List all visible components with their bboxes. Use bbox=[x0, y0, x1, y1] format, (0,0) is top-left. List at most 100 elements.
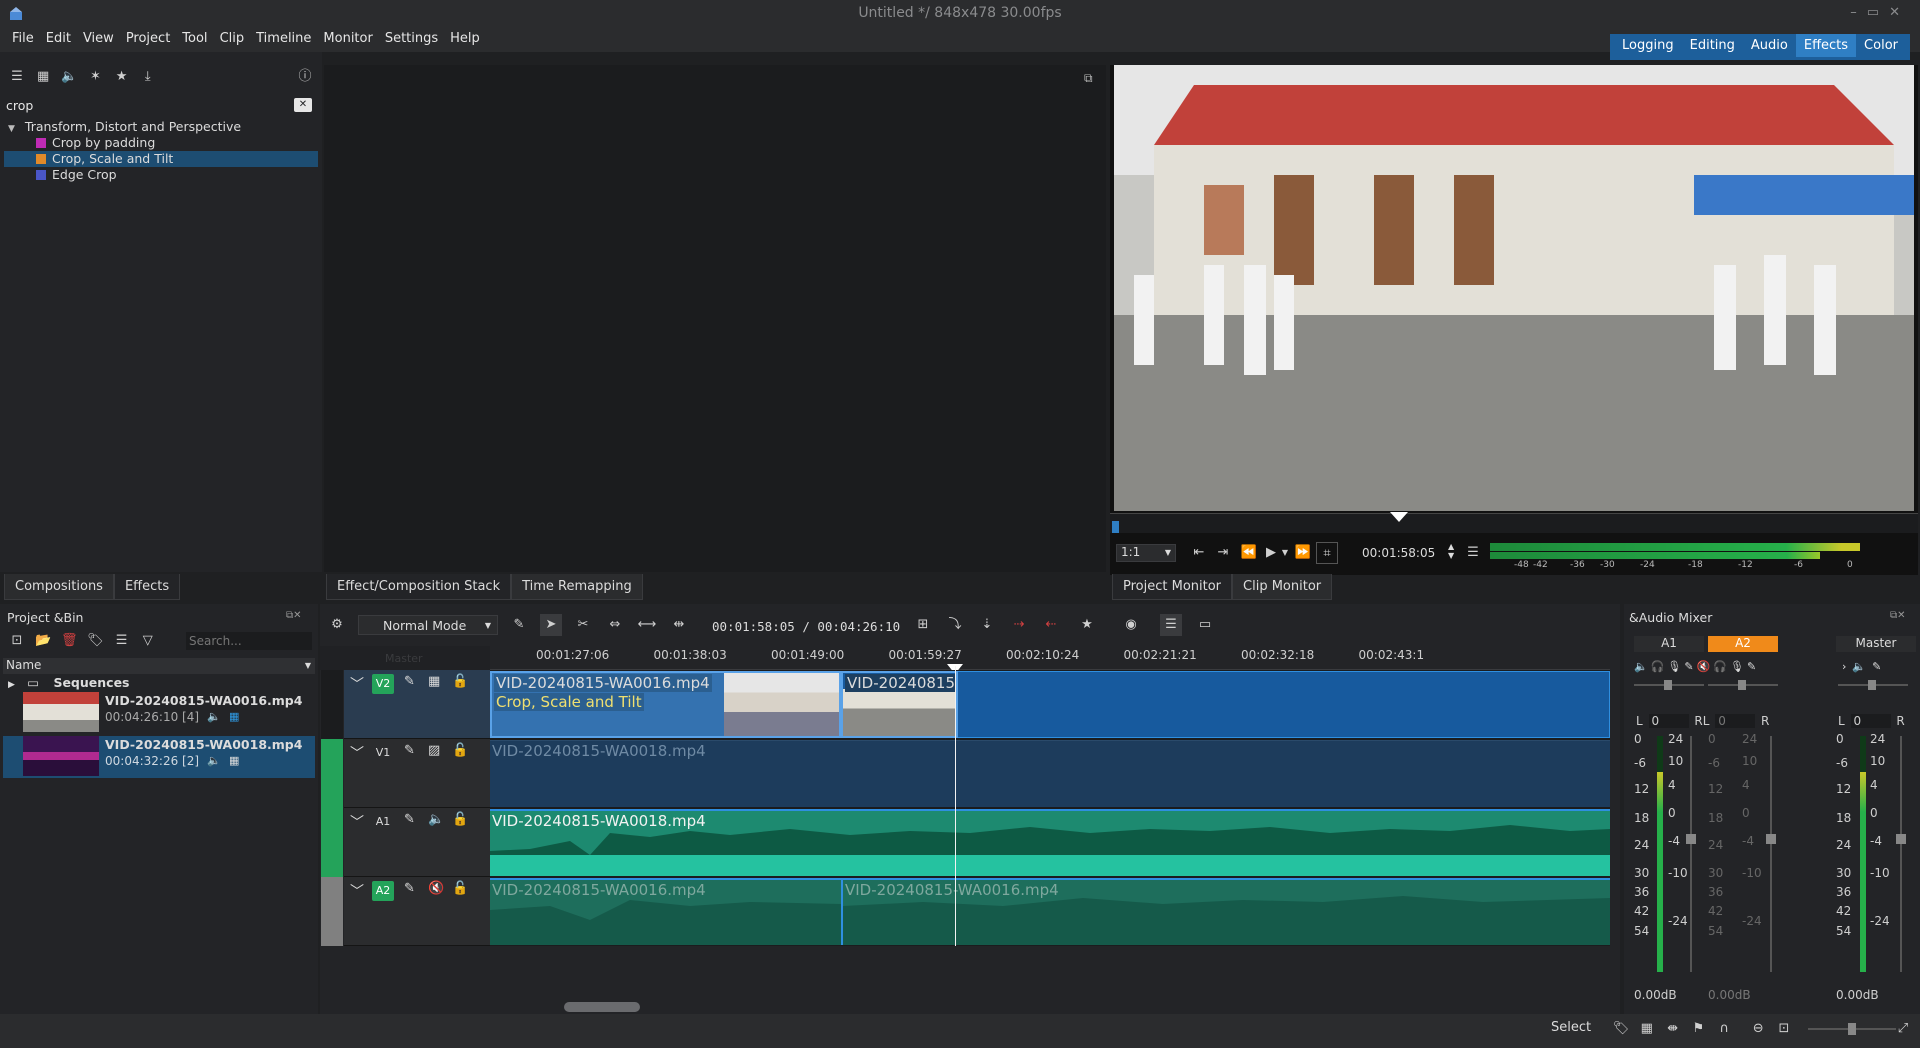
bin-clip-item[interactable]: VID-20240815-WA0018.mp4 00:04:32:26 [2] … bbox=[3, 736, 315, 778]
timeline-clip[interactable]: VID-20240815-WA0018.mp4 bbox=[490, 809, 1610, 876]
lift-icon[interactable]: ⇢ bbox=[1008, 614, 1030, 636]
zone-out-icon[interactable]: ⇥ bbox=[1212, 542, 1234, 564]
volume-fader[interactable] bbox=[1766, 736, 1776, 972]
menu-item-file[interactable]: File bbox=[6, 28, 40, 46]
speaker-icon[interactable]: 🔈 bbox=[428, 812, 444, 827]
menu-item-help[interactable]: Help bbox=[444, 28, 486, 46]
extract-icon[interactable]: ⇠ bbox=[1040, 614, 1062, 636]
overwrite-icon[interactable]: ⇣ bbox=[976, 614, 998, 636]
effects-search-input[interactable] bbox=[4, 96, 294, 114]
edit-icon[interactable]: ✎ bbox=[404, 812, 415, 827]
gain-input[interactable]: 0 bbox=[1715, 714, 1756, 728]
tab-time-remapping[interactable]: Time Remapping bbox=[511, 574, 643, 600]
menu-item-edit[interactable]: Edit bbox=[40, 28, 77, 46]
expand-arrow-icon[interactable]: ▼ bbox=[8, 124, 15, 134]
menu-item-view[interactable]: View bbox=[77, 28, 120, 46]
monitor-menu-icon[interactable]: ☰ bbox=[1462, 542, 1484, 564]
menu-item-tool[interactable]: Tool bbox=[176, 28, 213, 46]
volume-fader[interactable] bbox=[1686, 736, 1696, 972]
speaker-icon[interactable]: 🔈 bbox=[1634, 660, 1651, 673]
zoom-slider[interactable] bbox=[1808, 1023, 1896, 1035]
minimize-icon[interactable]: – bbox=[1850, 5, 1867, 20]
bin-search-input[interactable] bbox=[186, 632, 312, 650]
headphones-icon[interactable]: 🎧 bbox=[1651, 660, 1668, 673]
selection-tool-icon[interactable]: ➤ bbox=[540, 614, 562, 636]
thumbnail-icon[interactable]: ▦ bbox=[1636, 1018, 1658, 1040]
layout-editing[interactable]: Editing bbox=[1682, 34, 1743, 57]
mixer-float-close-icon[interactable]: ⧉✕ bbox=[1890, 610, 1906, 621]
gain-input[interactable]: 0 bbox=[1850, 714, 1891, 728]
monitor-ruler[interactable] bbox=[1110, 512, 1918, 533]
effect-item[interactable]: Crop by padding bbox=[4, 135, 318, 151]
ripple-tool-icon[interactable]: ⟷ bbox=[636, 614, 658, 636]
mic-icon[interactable]: 🎙 bbox=[1730, 660, 1747, 673]
effects-category[interactable]: ▼ Transform, Distort and Perspective bbox=[8, 119, 241, 135]
db-readout[interactable]: 0.00dB bbox=[1836, 988, 1896, 1002]
list-icon[interactable]: ☰ bbox=[6, 66, 28, 88]
track-tag-v2[interactable]: V2 bbox=[372, 674, 394, 694]
gain-input[interactable]: 0 bbox=[1648, 714, 1689, 728]
timeline-ruler[interactable]: 00:01:27:06 00:01:38:03 00:01:49:00 00:01:5… bbox=[490, 646, 1610, 670]
track-settings-icon[interactable]: ⚙ bbox=[326, 614, 348, 636]
balance-slider[interactable] bbox=[1838, 680, 1908, 690]
bin-float-close-icon[interactable]: ⧉✕ bbox=[286, 610, 302, 621]
edit-icon[interactable]: ✎ bbox=[404, 674, 415, 689]
edit-icon[interactable]: ✎ bbox=[1747, 660, 1759, 673]
timeline-clip[interactable]: VID-20240815-WA0016.mp4 bbox=[490, 878, 841, 945]
monitor-timecode[interactable]: 00:01:58:05 bbox=[1362, 546, 1435, 560]
db-readout[interactable]: 0.00dB bbox=[1708, 988, 1768, 1002]
effect-item[interactable]: Edge Crop bbox=[4, 167, 318, 183]
mic-icon[interactable]: 🎙 bbox=[1667, 660, 1684, 673]
maximize-icon[interactable]: ▭ bbox=[1867, 5, 1889, 20]
monitor-zone-start[interactable] bbox=[1112, 521, 1119, 533]
mixer-channel-a2[interactable]: A2 bbox=[1708, 636, 1778, 652]
tab-effect-composition-stack[interactable]: Effect/Composition Stack bbox=[326, 574, 512, 600]
insert-icon[interactable]: ⤵ bbox=[944, 614, 966, 636]
video-track-icon[interactable]: ▨ bbox=[428, 743, 440, 758]
timeline-scrollbar[interactable] bbox=[564, 1002, 640, 1012]
tag-icon[interactable]: 🏷 bbox=[84, 630, 106, 652]
bin-column-header[interactable]: Name ▼ bbox=[3, 658, 315, 674]
monitor-playhead-icon[interactable] bbox=[1390, 512, 1408, 522]
collapse-track-icon[interactable]: ﹀ bbox=[350, 812, 364, 832]
menu-item-clip[interactable]: Clip bbox=[214, 28, 251, 46]
audio-filter-icon[interactable]: 🔈 bbox=[58, 66, 80, 88]
add-folder-icon[interactable]: 📂 bbox=[32, 630, 54, 652]
tag-icon[interactable]: 🏷 bbox=[1610, 1018, 1632, 1040]
fullscreen-icon[interactable]: ⤢ bbox=[1892, 1018, 1914, 1040]
zoom-select[interactable]: 1:1 ▼ bbox=[1116, 544, 1176, 562]
edit-icon[interactable]: ✎ bbox=[1684, 660, 1696, 673]
crop-icon[interactable]: ⌗ bbox=[1316, 542, 1338, 564]
stack-config-icon[interactable]: ⧉ bbox=[1084, 71, 1093, 86]
spacer-tool-icon[interactable]: ⇔ bbox=[604, 614, 626, 636]
bin-menu-icon[interactable]: ☰ bbox=[111, 630, 133, 652]
custom-effects-icon[interactable]: ✶ bbox=[84, 66, 106, 88]
track-header-a1[interactable]: ﹀ A1 ✎ 🔈 🔓 bbox=[344, 808, 490, 877]
record-icon[interactable]: ◉ bbox=[1120, 614, 1142, 636]
magnet-icon[interactable]: ∩ bbox=[1713, 1018, 1735, 1040]
timecode-spinner-icon[interactable]: ▲ ▼ bbox=[1448, 542, 1454, 560]
tab-compositions[interactable]: Compositions bbox=[4, 574, 114, 600]
razor-all-icon[interactable]: ✎ bbox=[508, 614, 530, 636]
fast-forward-icon[interactable]: ⏩ bbox=[1292, 542, 1314, 564]
db-readout[interactable]: 0.00dB bbox=[1634, 988, 1694, 1002]
rewind-icon[interactable]: ⏪ bbox=[1238, 542, 1260, 564]
delete-icon[interactable]: 🗑 bbox=[58, 630, 80, 652]
video-filter-icon[interactable]: ▦ bbox=[32, 66, 54, 88]
subtitle-icon[interactable]: ▭ bbox=[1194, 614, 1216, 636]
layout-audio[interactable]: Audio bbox=[1743, 34, 1796, 57]
collapse-track-icon[interactable]: ﹀ bbox=[350, 674, 364, 694]
tab-effects[interactable]: Effects bbox=[113, 574, 181, 600]
lock-icon[interactable]: 🔓 bbox=[452, 881, 468, 896]
tab-clip-monitor[interactable]: Clip Monitor bbox=[1232, 574, 1333, 600]
clear-search-icon[interactable]: ✕ bbox=[294, 98, 312, 112]
lock-icon[interactable]: 🔓 bbox=[452, 743, 468, 758]
zone-in-icon[interactable]: ⇤ bbox=[1188, 542, 1210, 564]
download-icon[interactable]: ⤓ bbox=[137, 66, 159, 88]
add-clip-icon[interactable]: ⊡ bbox=[6, 630, 28, 652]
timeline-clip[interactable]: VID-20240815-WA0018.mp4 bbox=[490, 740, 1610, 807]
slip-tool-icon[interactable]: ⇹ bbox=[668, 614, 690, 636]
bin-clip-item[interactable]: VID-20240815-WA0016.mp4 00:04:26:10 [4] … bbox=[3, 692, 315, 734]
track-header-a2[interactable]: ﹀ A2 ✎ 🔇 🔓 bbox=[344, 877, 490, 946]
track-tag-a2[interactable]: A2 bbox=[372, 881, 394, 901]
